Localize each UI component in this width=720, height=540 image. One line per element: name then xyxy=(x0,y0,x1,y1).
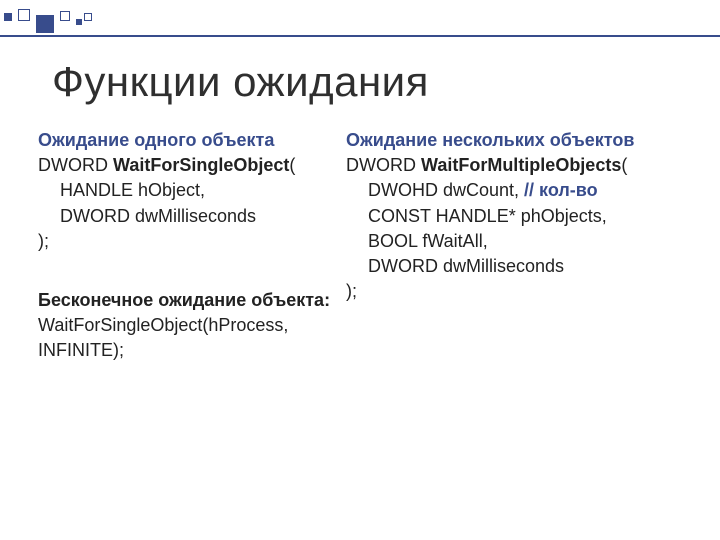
right-param-4: DWORD dwMilliseconds xyxy=(346,254,666,279)
right-param-3: BOOL fWaitAll, xyxy=(346,229,666,254)
infinite-heading: Бесконечное ожидание объекта: xyxy=(38,288,338,313)
left-param-1: HANDLE hObject, xyxy=(38,178,338,203)
slide: Функции ожидания Ожидание одного объекта… xyxy=(0,0,720,540)
right-decl: DWORD WaitForMultipleObjects( xyxy=(346,153,666,178)
left-close: ); xyxy=(38,229,338,254)
left-decl: DWORD WaitForSingleObject( xyxy=(38,153,338,178)
column-right: Ожидание нескольких объектов DWORD WaitF… xyxy=(346,128,666,364)
right-heading: Ожидание нескольких объектов xyxy=(346,128,666,153)
slide-title: Функции ожидания xyxy=(52,58,429,106)
right-param-2: CONST HANDLE* phObjects, xyxy=(346,204,666,229)
right-close: ); xyxy=(346,279,666,304)
left-heading: Ожидание одного объекта xyxy=(38,128,338,153)
header-decoration xyxy=(0,13,720,31)
slide-body: Ожидание одного объекта DWORD WaitForSin… xyxy=(38,128,700,364)
right-param-1: DWOHD dwCount, // кол-во xyxy=(346,178,666,203)
column-left: Ожидание одного объекта DWORD WaitForSin… xyxy=(38,128,338,364)
left-param-2: DWORD dwMilliseconds xyxy=(38,204,338,229)
infinite-code: WaitForSingleObject(hProcess, INFINITE); xyxy=(38,313,338,363)
